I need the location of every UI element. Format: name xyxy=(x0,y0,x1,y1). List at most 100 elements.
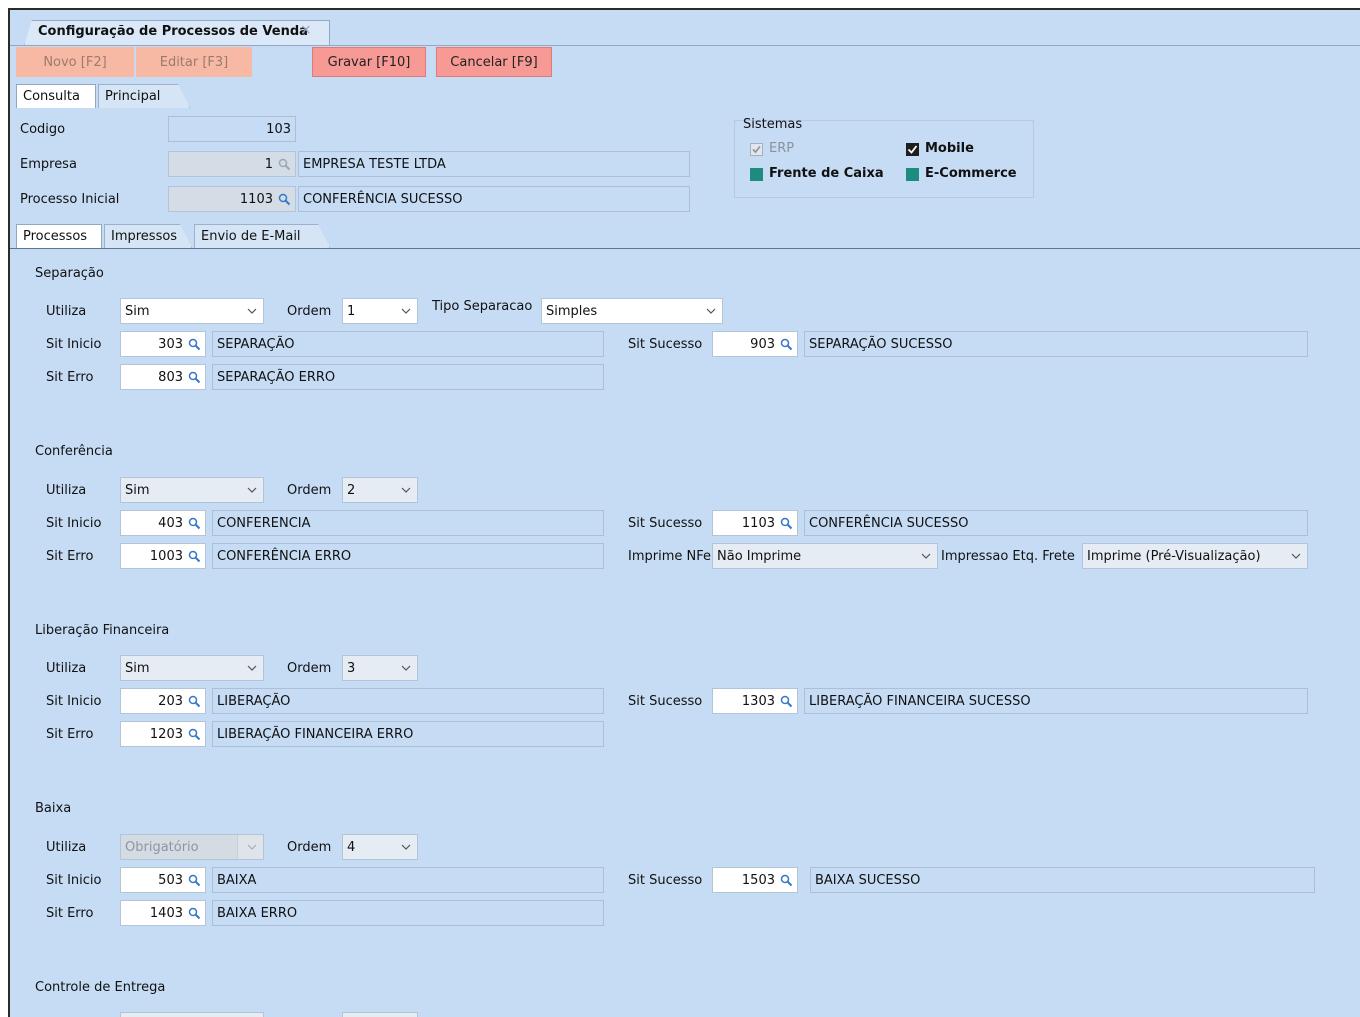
liberacao-sit-inicio-code-field[interactable]: 203 xyxy=(120,688,206,714)
controle-ordem-select[interactable] xyxy=(342,1012,418,1017)
conferencia-sit-erro-label: Sit Erro xyxy=(46,549,94,564)
liberacao-sit-sucesso-code-field[interactable]: 1303 xyxy=(712,688,798,714)
separacao-sit-sucesso-code: 903 xyxy=(750,336,775,352)
cancelar-button[interactable]: Cancelar [F9] xyxy=(436,47,552,77)
chevron-down-icon xyxy=(247,665,257,671)
liberacao-sit-erro-code-field[interactable]: 1203 xyxy=(120,721,206,747)
empresa-code: 1 xyxy=(264,156,273,172)
baixa-sit-sucesso-code: 1503 xyxy=(741,872,775,888)
mobile-checkbox[interactable] xyxy=(906,143,919,156)
baixa-ordem-label: Ordem xyxy=(287,840,332,855)
erp-checkbox[interactable] xyxy=(750,143,763,156)
separacao-utiliza-value: Sim xyxy=(125,303,150,319)
search-icon[interactable] xyxy=(188,550,201,563)
baixa-sit-inicio-code-field[interactable]: 503 xyxy=(120,867,206,893)
search-icon[interactable] xyxy=(188,338,201,351)
tab-envio-email[interactable]: Envio de E-Mail xyxy=(194,224,330,248)
chevron-down-icon xyxy=(921,553,931,559)
conferencia-sit-inicio-code-field[interactable]: 403 xyxy=(120,510,206,536)
separacao-sit-sucesso-name-field: SEPARAÇÃO SUCESSO xyxy=(804,331,1308,357)
editar-button[interactable]: Editar [F3] xyxy=(136,47,252,77)
tab-processos[interactable]: Processos xyxy=(16,224,102,248)
conferencia-utiliza-select[interactable]: Sim xyxy=(120,477,264,503)
imprime-nfe-value: Não Imprime xyxy=(717,548,802,564)
empresa-code-field[interactable]: 1 xyxy=(168,151,296,177)
chevron-down-icon xyxy=(401,665,411,671)
processo-inicial-code-field[interactable]: 1103 xyxy=(168,186,296,212)
search-icon[interactable] xyxy=(780,695,793,708)
gravar-button[interactable]: Gravar [F10] xyxy=(312,47,426,77)
baixa-sit-sucesso-code-field[interactable]: 1503 xyxy=(712,867,798,893)
conferencia-sit-erro-code-field[interactable]: 1003 xyxy=(120,543,206,569)
separacao-sit-inicio-code-field[interactable]: 303 xyxy=(120,331,206,357)
conferencia-ordem-select[interactable]: 2 xyxy=(342,477,418,503)
processo-inicial-name-field: CONFERÊNCIA SUCESSO xyxy=(298,186,690,212)
tab-principal[interactable]: Principal xyxy=(98,84,190,108)
imprime-nfe-label: Imprime NFe xyxy=(628,549,711,564)
ecommerce-checkbox[interactable] xyxy=(906,168,919,181)
chevron-down-icon xyxy=(706,308,716,314)
processos-panel: Separação Utiliza Sim Ordem 1 Tipo Separ… xyxy=(12,249,1360,1017)
search-icon[interactable] xyxy=(780,874,793,887)
liberacao-utiliza-value: Sim xyxy=(125,660,150,676)
tipo-separacao-select[interactable]: Simples xyxy=(541,298,723,324)
chevron-down-icon xyxy=(247,308,257,314)
separacao-ordem-label: Ordem xyxy=(287,304,332,319)
liberacao-utiliza-label: Utiliza xyxy=(46,661,87,676)
conferencia-sit-inicio-label: Sit Inicio xyxy=(46,516,102,531)
novo-button[interactable]: Novo [F2] xyxy=(16,47,134,77)
tab-impressos[interactable]: Impressos xyxy=(104,224,192,248)
baixa-sit-erro-code-field[interactable]: 1403 xyxy=(120,900,206,926)
imprime-nfe-select[interactable]: Não Imprime xyxy=(712,543,938,569)
impressao-etq-frete-value: Imprime (Pré-Visualização) xyxy=(1087,548,1261,564)
erp-label: ERP xyxy=(769,141,795,156)
conferencia-sit-inicio-code: 403 xyxy=(158,515,183,531)
search-icon[interactable] xyxy=(278,158,291,171)
separacao-sit-sucesso-label: Sit Sucesso xyxy=(628,337,703,352)
search-icon[interactable] xyxy=(188,874,201,887)
liberacao-utiliza-select[interactable]: Sim xyxy=(120,655,264,681)
document-tab-title: Configuração de Processos de Venda xyxy=(38,24,308,39)
baixa-sit-inicio-name-field: BAIXA xyxy=(212,867,604,893)
liberacao-sit-inicio-label: Sit Inicio xyxy=(46,694,102,709)
search-icon[interactable] xyxy=(188,907,201,920)
chevron-down-icon xyxy=(247,487,257,493)
search-icon[interactable] xyxy=(780,338,793,351)
baixa-utiliza-value: Obrigatório xyxy=(125,839,199,855)
conferencia-sit-sucesso-code: 1103 xyxy=(741,515,775,531)
close-tab-icon[interactable]: × xyxy=(300,22,312,38)
search-icon[interactable] xyxy=(780,517,793,530)
search-icon[interactable] xyxy=(188,517,201,530)
impressao-etq-frete-select[interactable]: Imprime (Pré-Visualização) xyxy=(1082,543,1308,569)
liberacao-sit-sucesso-name-field: LIBERAÇÃO FINANCEIRA SUCESSO xyxy=(804,688,1308,714)
search-icon[interactable] xyxy=(278,193,291,206)
conferencia-sit-erro-code: 1003 xyxy=(149,548,183,564)
separacao-sit-erro-code: 803 xyxy=(158,369,183,385)
conferencia-sit-sucesso-label: Sit Sucesso xyxy=(628,516,703,531)
tipo-separacao-label: Tipo Separacao xyxy=(432,299,533,314)
check-icon xyxy=(907,145,918,154)
sistemas-title: Sistemas xyxy=(743,117,803,132)
liberacao-sit-sucesso-code: 1303 xyxy=(741,693,775,709)
baixa-ordem-value: 4 xyxy=(347,839,356,855)
empresa-name-field: EMPRESA TESTE LTDA xyxy=(298,151,690,177)
liberacao-sit-inicio-name-field: LIBERAÇÃO xyxy=(212,688,604,714)
codigo-field[interactable]: 103 xyxy=(168,116,296,142)
controle-utiliza-select[interactable] xyxy=(120,1012,264,1017)
search-icon[interactable] xyxy=(188,695,201,708)
search-icon[interactable] xyxy=(188,728,201,741)
separacao-ordem-select[interactable]: 1 xyxy=(342,298,418,324)
search-icon[interactable] xyxy=(188,371,201,384)
chevron-down-icon xyxy=(401,487,411,493)
separacao-sit-sucesso-code-field[interactable]: 903 xyxy=(712,331,798,357)
frente-de-caixa-checkbox[interactable] xyxy=(750,168,763,181)
conferencia-sit-sucesso-code-field[interactable]: 1103 xyxy=(712,510,798,536)
tab-consulta[interactable]: Consulta xyxy=(16,84,96,108)
controle-entrega-title: Controle de Entrega xyxy=(35,980,166,995)
conferencia-utiliza-label: Utiliza xyxy=(46,483,87,498)
chevron-down-icon xyxy=(401,308,411,314)
liberacao-ordem-select[interactable]: 3 xyxy=(342,655,418,681)
separacao-sit-erro-code-field[interactable]: 803 xyxy=(120,364,206,390)
baixa-ordem-select[interactable]: 4 xyxy=(342,834,418,860)
separacao-utiliza-select[interactable]: Sim xyxy=(120,298,264,324)
